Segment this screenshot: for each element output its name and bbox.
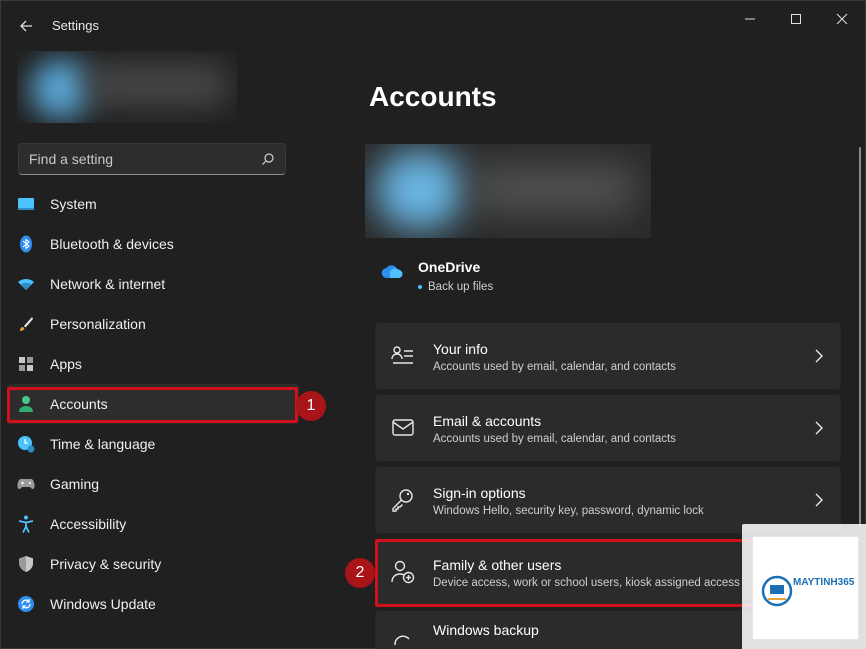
person-icon — [17, 395, 35, 413]
card-title: Sign-in options — [433, 485, 526, 501]
update-icon — [17, 595, 35, 613]
account-details-blurred — [475, 164, 635, 214]
shield-icon — [17, 555, 35, 573]
key-icon — [392, 489, 413, 512]
card-title: Family & other users — [433, 557, 562, 573]
sidebar-item-label: Gaming — [50, 476, 100, 492]
chevron-right-icon — [815, 349, 823, 363]
onedrive-subtitle: Back up files — [418, 281, 493, 293]
sidebar-item-label: Network & internet — [50, 276, 166, 292]
avatar — [31, 59, 91, 119]
sidebar-item-system[interactable]: System — [7, 184, 299, 224]
sidebar-item-label: Bluetooth & devices — [50, 236, 174, 252]
sidebar-item-personalization[interactable]: Personalization — [7, 304, 299, 344]
sidebar-item-label: Apps — [50, 356, 82, 372]
onedrive-title: OneDrive — [418, 259, 481, 275]
maximize-button[interactable] — [773, 5, 819, 33]
settings-window: Settings System Bluetooth & devi — [0, 0, 866, 649]
chevron-right-icon — [815, 493, 823, 507]
sidebar-item-label: Personalization — [50, 316, 146, 332]
brand-logo-icon — [761, 575, 793, 607]
onedrive-subtitle-text: Back up files — [428, 281, 494, 293]
watermark-brand: MAYTINH365 — [793, 577, 855, 588]
sidebar-item-windows-update[interactable]: Windows Update — [7, 584, 299, 624]
search-icon[interactable] — [261, 152, 275, 166]
title-bar: Settings — [1, 1, 865, 49]
card-title: Your info — [433, 341, 488, 357]
card-subtitle: Windows Hello, security key, password, d… — [433, 505, 704, 517]
sidebar-item-label: Privacy & security — [50, 556, 162, 572]
minimize-icon — [745, 18, 755, 20]
sidebar-item-gaming[interactable]: Gaming — [7, 464, 299, 504]
status-dot-icon — [418, 284, 422, 289]
sidebar-item-label: Time & language — [50, 436, 156, 452]
id-card-icon — [391, 346, 413, 364]
sidebar-item-label: System — [50, 196, 97, 212]
sidebar-item-bluetooth[interactable]: Bluetooth & devices — [7, 224, 299, 264]
search-box[interactable] — [18, 143, 286, 175]
brush-icon — [17, 315, 35, 333]
clock-globe-icon — [17, 435, 35, 453]
gamepad-icon — [17, 475, 35, 493]
accessibility-icon — [17, 515, 35, 533]
card-title: Email & accounts — [433, 413, 542, 429]
sidebar-item-label: Windows Update — [50, 596, 156, 612]
onedrive-cloud-icon — [381, 265, 403, 279]
apps-icon — [17, 355, 35, 373]
step-badge-2: 2 — [345, 558, 375, 588]
monitor-icon — [17, 195, 35, 213]
close-icon — [836, 13, 848, 25]
sidebar-item-time-language[interactable]: Time & language — [7, 424, 299, 464]
sidebar-item-accounts[interactable]: Accounts — [7, 384, 299, 424]
sidebar-item-network[interactable]: Network & internet — [7, 264, 299, 304]
sidebar-nav: System Bluetooth & devices Network & int… — [7, 184, 299, 624]
backup-icon — [394, 635, 410, 646]
card-subtitle: Accounts used by email, calendar, and co… — [433, 361, 676, 373]
watermark: MAYTINH365 — [742, 524, 866, 649]
sidebar-item-accessibility[interactable]: Accessibility — [7, 504, 299, 544]
account-avatar — [375, 150, 465, 230]
card-title: Windows backup — [433, 622, 539, 638]
minimize-button[interactable] — [727, 5, 773, 33]
account-banner — [365, 144, 651, 238]
mail-icon — [392, 419, 414, 436]
person-add-icon — [391, 560, 415, 584]
step-badge-1: 1 — [296, 391, 326, 421]
card-your-info[interactable]: Your info Accounts used by email, calend… — [375, 323, 841, 389]
search-input[interactable] — [29, 151, 261, 167]
sidebar-item-apps[interactable]: Apps — [7, 344, 299, 384]
sidebar-item-label: Accounts — [50, 396, 108, 412]
back-arrow-icon — [20, 20, 32, 32]
user-profile[interactable] — [17, 51, 237, 123]
user-name-blurred — [87, 65, 227, 105]
card-subtitle: Accounts used by email, calendar, and co… — [433, 433, 676, 445]
card-subtitle: Device access, work or school users, kio… — [433, 577, 740, 589]
watermark-card: MAYTINH365 — [752, 536, 859, 640]
window-title: Settings — [52, 18, 99, 33]
close-button[interactable] — [819, 5, 865, 33]
sidebar-item-label: Accessibility — [50, 516, 127, 532]
chevron-right-icon — [815, 421, 823, 435]
wifi-icon — [17, 275, 35, 293]
bluetooth-icon — [17, 235, 35, 253]
back-button[interactable] — [13, 13, 39, 39]
sidebar-item-privacy-security[interactable]: Privacy & security — [7, 544, 299, 584]
page-title: Accounts — [369, 81, 497, 112]
maximize-icon — [791, 14, 801, 24]
scrollbar[interactable] — [859, 147, 861, 527]
card-email-accounts[interactable]: Email & accounts Accounts used by email,… — [375, 395, 841, 461]
